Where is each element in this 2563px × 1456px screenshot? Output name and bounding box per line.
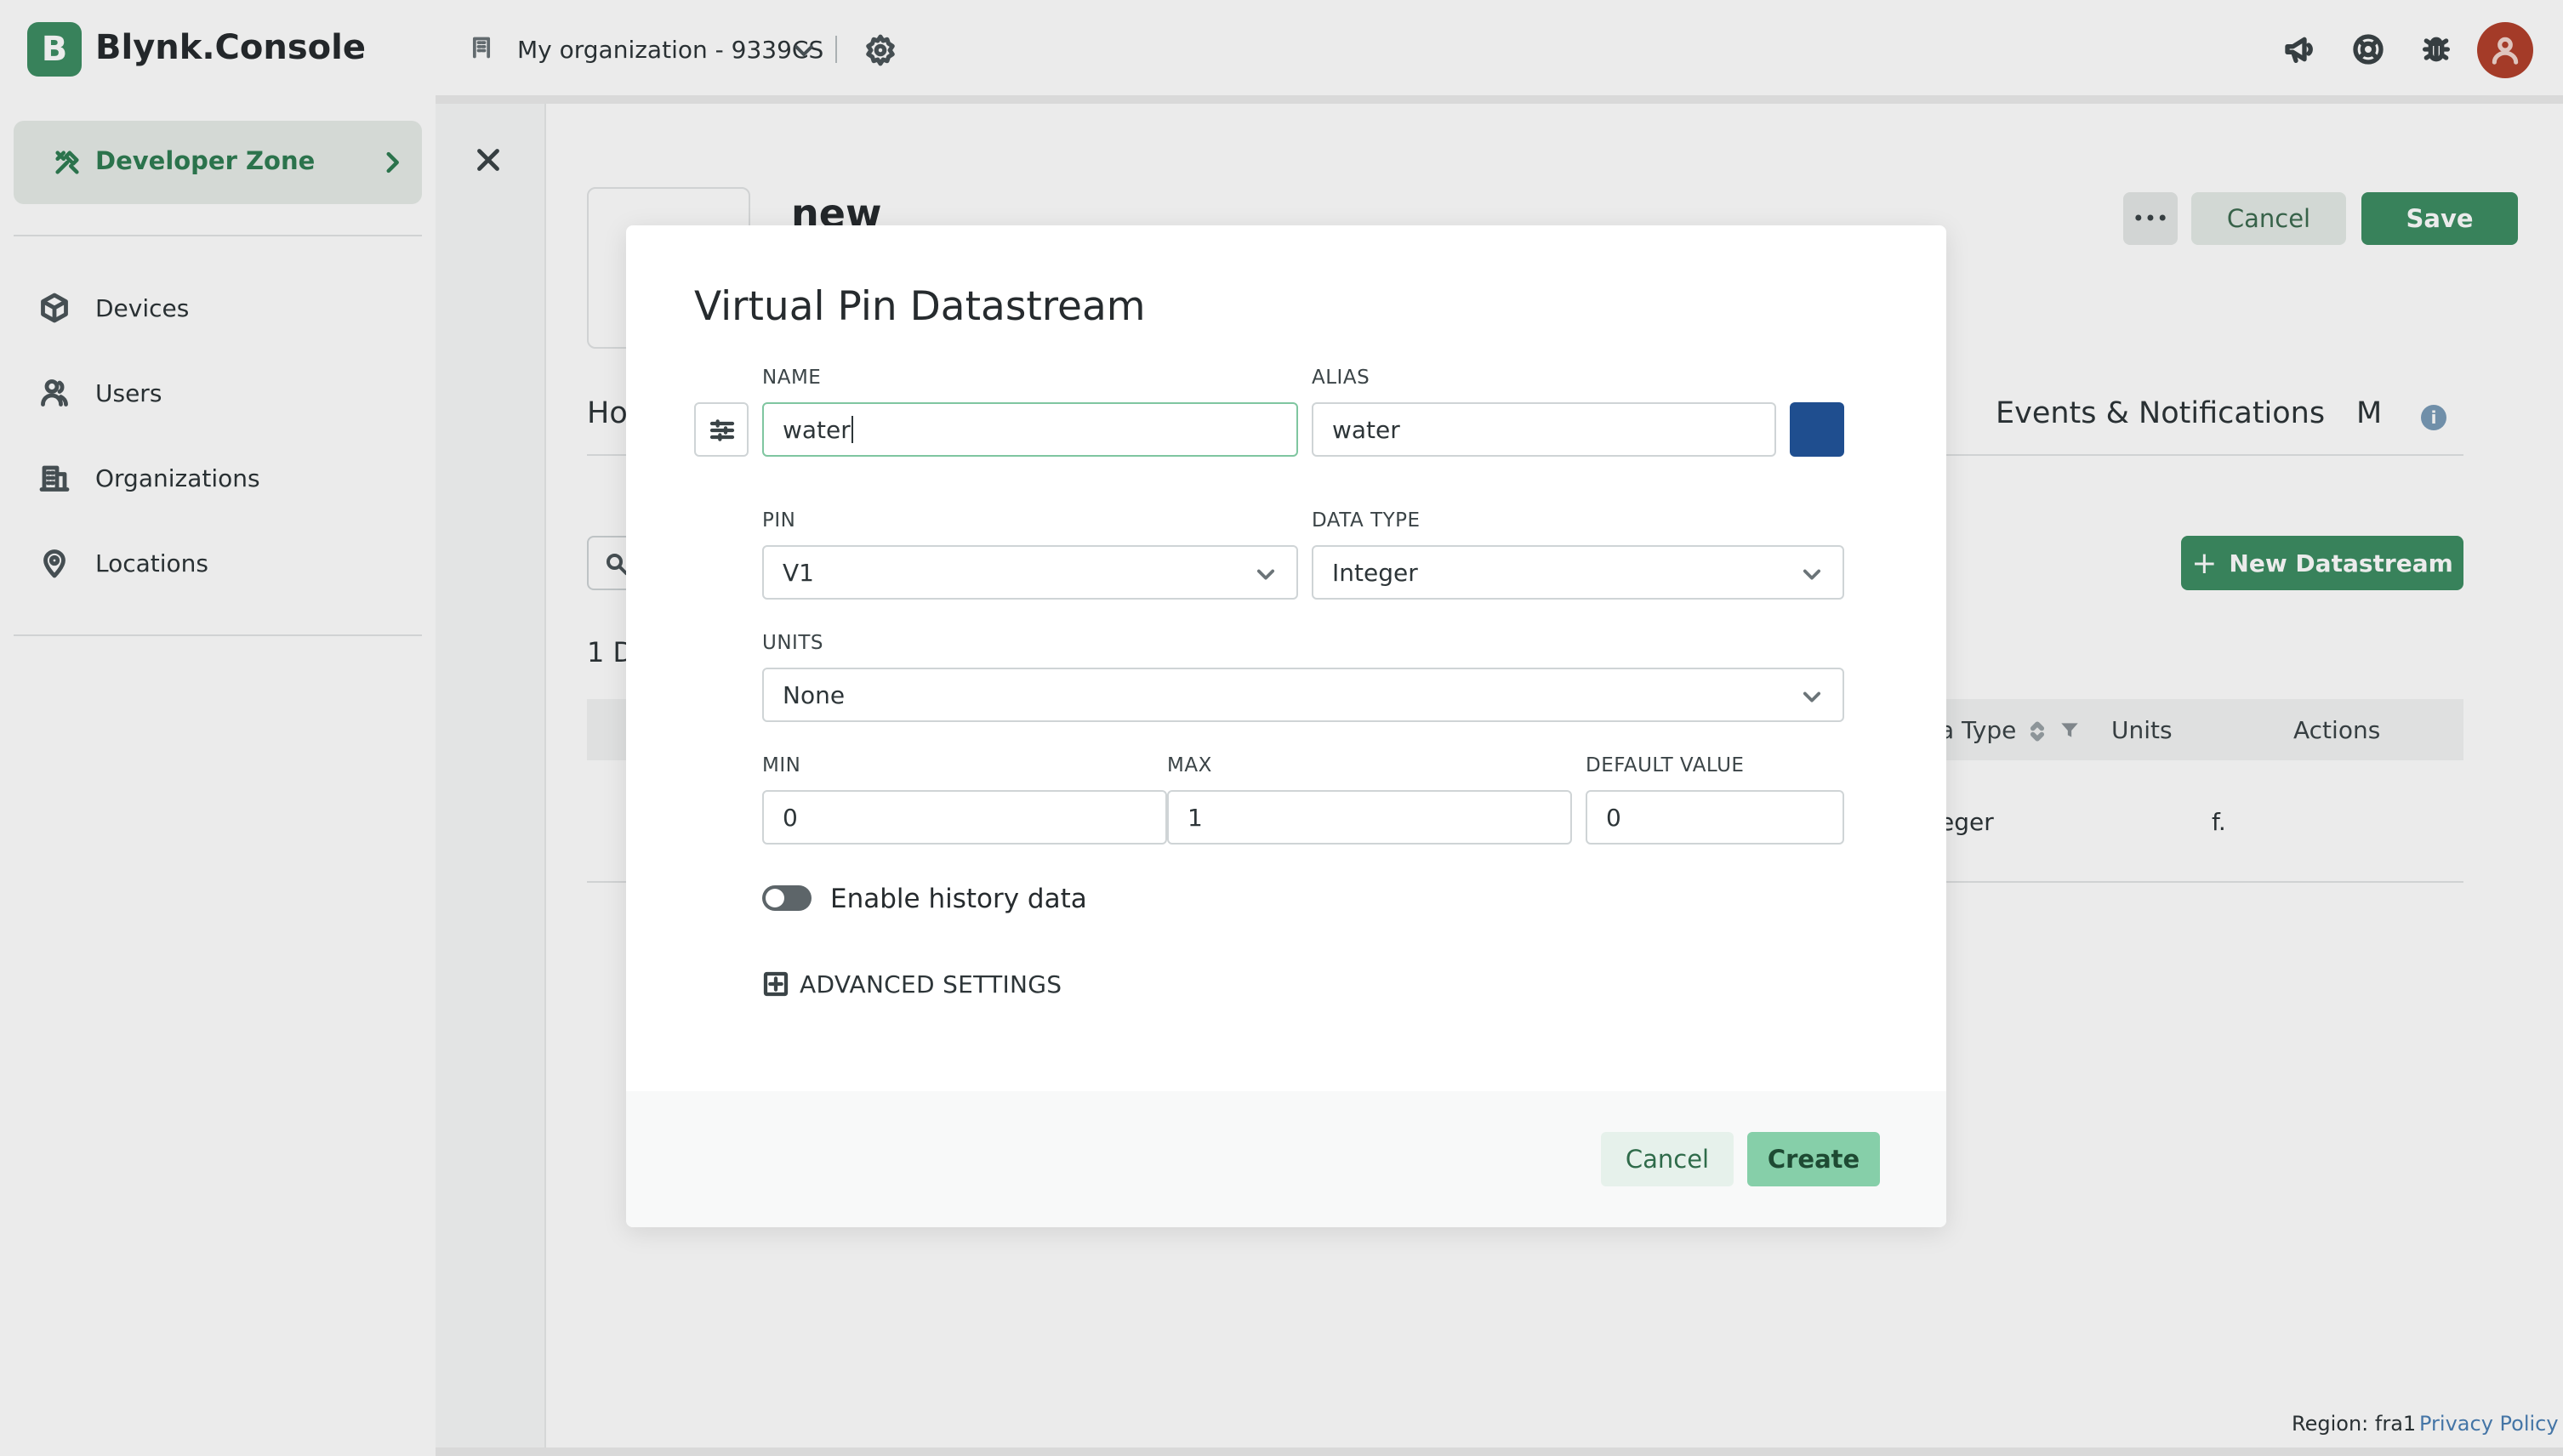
expand-plus-icon[interactable] xyxy=(762,970,789,998)
name-label: NAME xyxy=(762,367,822,389)
name-value: water xyxy=(783,415,851,444)
data-type-value: Integer xyxy=(1332,558,1418,587)
pin-select[interactable]: V1 xyxy=(762,545,1298,600)
advanced-settings-toggle[interactable]: ADVANCED SETTINGS xyxy=(800,970,1062,998)
modal-title: Virtual Pin Datastream xyxy=(694,283,1146,330)
min-label: MIN xyxy=(762,754,801,776)
default-value-label: DEFAULT VALUE xyxy=(1586,754,1745,776)
data-type-label: DATA TYPE xyxy=(1312,509,1421,532)
units-select[interactable]: None xyxy=(762,668,1844,722)
max-field[interactable]: 1 xyxy=(1167,790,1572,845)
min-field[interactable]: 0 xyxy=(762,790,1167,845)
alias-field[interactable]: water xyxy=(1312,402,1776,457)
history-label: Enable history data xyxy=(830,884,1087,914)
history-toggle[interactable] xyxy=(762,885,812,911)
chevron-down-icon xyxy=(1256,569,1275,580)
sliders-icon xyxy=(709,419,735,441)
create-button[interactable]: Create xyxy=(1747,1132,1880,1186)
chevron-down-icon xyxy=(1803,569,1821,580)
default-value-field[interactable]: 0 xyxy=(1586,790,1844,845)
icon-picker-button[interactable] xyxy=(694,402,749,457)
max-value: 1 xyxy=(1188,803,1203,832)
color-picker[interactable] xyxy=(1790,402,1844,457)
default-value: 0 xyxy=(1606,803,1621,832)
min-value: 0 xyxy=(783,803,798,832)
toggle-knob xyxy=(766,889,784,907)
alias-label: ALIAS xyxy=(1312,367,1370,389)
data-type-select[interactable]: Integer xyxy=(1312,545,1844,600)
modal-footer: Cancel Create xyxy=(626,1091,1946,1227)
name-field[interactable]: water xyxy=(762,402,1298,457)
pin-label: PIN xyxy=(762,509,796,532)
pin-value: V1 xyxy=(783,558,814,587)
units-value: None xyxy=(783,680,846,709)
chevron-down-icon xyxy=(1803,691,1821,702)
max-label: MAX xyxy=(1167,754,1212,776)
modal-cancel-button[interactable]: Cancel xyxy=(1601,1132,1734,1186)
units-label: UNITS xyxy=(762,632,823,654)
text-cursor xyxy=(851,416,853,443)
datastream-modal: Virtual Pin Datastream NAME ALIAS water … xyxy=(626,225,1946,1227)
alias-value: water xyxy=(1332,415,1400,444)
